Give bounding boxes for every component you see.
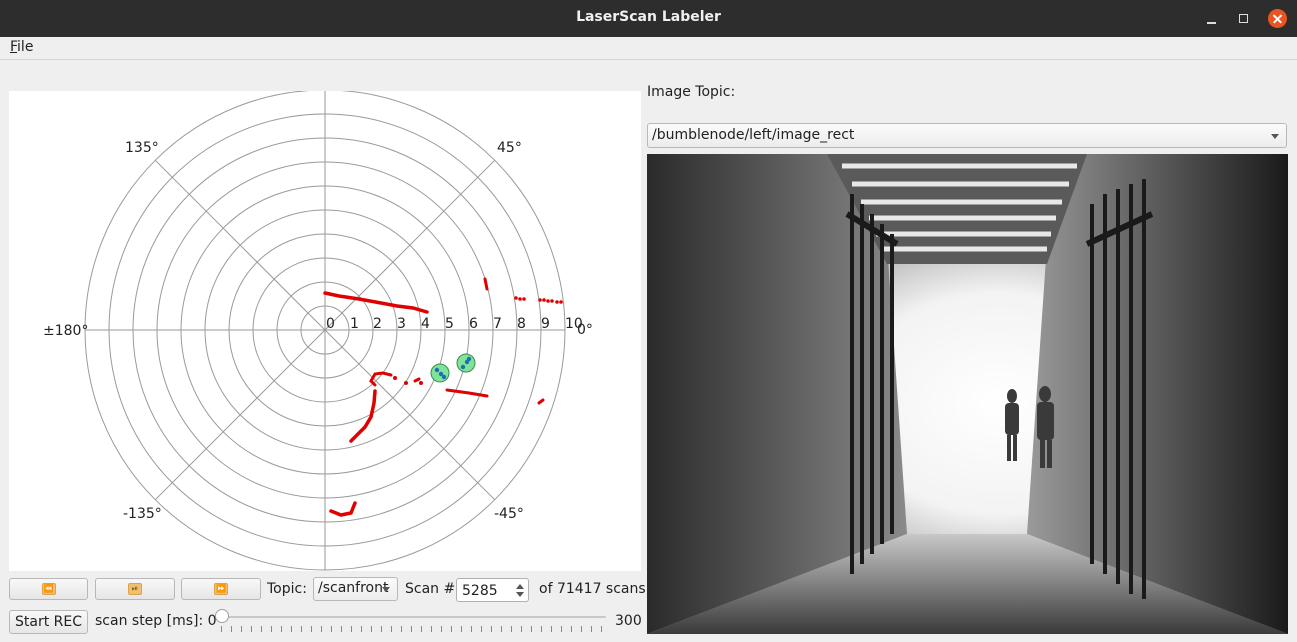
close-icon[interactable] [1268,9,1287,28]
scan-point [518,297,522,301]
topic-select[interactable]: /scanfront [313,577,398,601]
angle-label-45: 45° [497,140,522,156]
tracked-targets [430,353,476,383]
scan-point [404,381,408,385]
radial-label-9: 9 [541,316,550,332]
scan-point [514,296,518,300]
angle-label-180: ±180° [43,323,88,339]
stepper-down-icon[interactable] [516,592,524,597]
stepper-up-icon[interactable] [516,584,524,589]
fast-forward-icon: ⏩ [214,583,228,595]
polar-scan-plot[interactable]: 45° 135° ±180° -135° -45° 0° 0 1 2 3 4 5… [9,91,641,571]
target-point [466,356,472,362]
rewind-button[interactable]: ⏪ [9,578,88,600]
play-pause-icon: ⏯ [128,583,142,595]
image-topic-value: /bumblenode/left/image_rect [652,127,855,143]
minimize-icon[interactable] [1202,9,1222,29]
radial-label-7: 7 [493,316,502,332]
radial-label-5: 5 [445,316,454,332]
chevron-down-icon [382,587,390,592]
slider-ticks [221,626,604,632]
pedestrian-body [1005,403,1019,435]
radial-label-4: 4 [421,316,430,332]
scan-number-stepper[interactable] [456,578,529,602]
radial-label-10: 10 [565,316,583,332]
scan-point [555,300,559,304]
radial-label-8: 8 [517,316,526,332]
polar-scan-svg: 45° 135° ±180° -135° -45° 0° 0 1 2 3 4 5… [43,91,593,571]
image-topic-label: Image Topic: [647,84,736,100]
pedestrian-leg [1013,435,1017,461]
maximize-icon[interactable] [1234,9,1254,29]
window-title: LaserScan Labeler [576,9,721,25]
scan-segment [323,291,429,314]
title-bar: LaserScan Labeler [0,0,1297,37]
fast-forward-button[interactable]: ⏩ [181,578,261,600]
target-point [434,367,440,373]
angle-label-minus-45: -45° [494,506,524,522]
radial-label-2: 2 [373,316,382,332]
angle-label-minus-135: -135° [123,506,162,522]
slider-handle[interactable] [215,609,229,623]
radial-label-6: 6 [469,316,478,332]
start-rec-button[interactable]: Start REC [9,610,88,634]
scan-segment [329,501,357,517]
scan-step-max-label: 300 [615,613,642,629]
slider-groove [219,616,606,618]
scan-segment [349,389,377,443]
scan-point [550,299,554,303]
scan-step-slider[interactable] [215,609,610,637]
scan-point [546,299,550,303]
play-pause-button[interactable]: ⏯ [95,578,175,600]
scan-point [522,297,526,301]
pedestrian-head [1007,389,1017,403]
scan-segment [483,277,489,291]
pedestrian-body [1037,402,1054,440]
radial-label-1: 1 [350,316,359,332]
scan-segment [413,377,421,383]
camera-image-svg [647,154,1288,634]
pedestrian-leg [1040,440,1045,468]
scan-number-input[interactable] [460,581,516,601]
scan-point [542,298,546,302]
menu-bar: File [0,37,1297,60]
scan-point [419,381,423,385]
menu-file-mnemonic: F [10,39,18,55]
menu-file-rest: ile [17,39,34,55]
scan-step-label: scan step [ms]: 0 [95,613,217,629]
scan-point [393,376,397,380]
scan-segment [537,398,545,405]
scan-point [559,300,563,304]
chevron-down-icon [1271,134,1279,139]
scan-point [538,298,542,302]
pedestrian-head [1039,386,1051,402]
scan-total-label: of 71417 scans [539,581,646,597]
topic-select-value: /scanfront [318,580,389,596]
angle-label-135: 135° [125,140,159,156]
image-topic-select[interactable]: /bumblenode/left/image_rect [647,123,1287,148]
fast-rewind-icon: ⏪ [41,583,56,595]
radial-label-3: 3 [397,316,406,332]
menu-file[interactable]: File [10,39,33,55]
topic-label: Topic: [267,581,307,597]
pedestrian-leg [1047,440,1052,468]
target-point [441,374,447,380]
scan-number-label: Scan # [405,581,456,597]
pedestrian-leg [1007,435,1011,461]
target-point [460,364,466,370]
camera-image [647,154,1288,634]
radial-label-0: 0 [326,316,335,332]
